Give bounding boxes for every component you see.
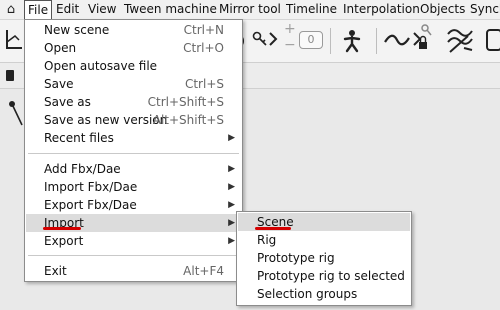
- submenu-arrow-icon: ▶: [228, 182, 235, 192]
- menu-item-open-autosave[interactable]: Open autosave file: [26, 57, 241, 75]
- menu-timeline[interactable]: Timeline: [286, 0, 337, 19]
- menu-item-import-fbx-dae[interactable]: Import Fbx/Dae ▶: [26, 178, 241, 196]
- menu-tween-machine[interactable]: Tween machine: [124, 0, 217, 19]
- submenu-item-rig[interactable]: Rig: [238, 231, 410, 249]
- menu-interpolation[interactable]: Interpolation: [343, 0, 420, 19]
- minus-label[interactable]: −: [284, 37, 296, 53]
- submenu-arrow-icon: ▶: [228, 164, 235, 174]
- menu-item-add-fbx-dae[interactable]: Add Fbx/Dae ▶: [26, 160, 241, 178]
- menu-bar: ⌂ File Edit View Tween machine Mirror to…: [0, 0, 500, 20]
- menu-synch[interactable]: Synch: [470, 0, 500, 19]
- submenu-arrow-icon: ▶: [228, 218, 235, 228]
- menu-item-open[interactable]: Open Ctrl+O: [26, 39, 241, 57]
- submenu-item-prototype-rig-to-selected[interactable]: Prototype rig to selected: [238, 267, 410, 285]
- plus-label[interactable]: +: [284, 21, 296, 37]
- menu-item-save[interactable]: Save Ctrl+S: [26, 75, 241, 93]
- menu-item-save-as-new-version[interactable]: Save as new version Alt+Shift+S: [26, 111, 241, 129]
- menu-item-export-fbx-dae[interactable]: Export Fbx/Dae ▶: [26, 196, 241, 214]
- menu-edit[interactable]: Edit: [56, 0, 79, 19]
- menu-item-save-as[interactable]: Save as Ctrl+Shift+S: [26, 93, 241, 111]
- menu-mirror-tool[interactable]: Mirror tool: [219, 0, 281, 19]
- toolbar-separator: [330, 28, 331, 54]
- import-submenu: Scene Rig Prototype rig Prototype rig to…: [236, 211, 412, 306]
- menu-view[interactable]: View: [88, 0, 116, 19]
- submenu-item-selection-groups[interactable]: Selection groups: [238, 285, 410, 303]
- key-counter[interactable]: 0: [299, 31, 323, 49]
- menu-separator: [28, 153, 239, 154]
- submenu-arrow-icon: ▶: [228, 236, 235, 246]
- menu-file[interactable]: File: [24, 0, 53, 19]
- menu-separator-2: [28, 255, 239, 256]
- axis-icon[interactable]: [4, 28, 24, 52]
- multi-curve-icon[interactable]: [446, 28, 474, 54]
- menu-objects[interactable]: Objects: [420, 0, 465, 19]
- layer-icon[interactable]: [6, 70, 14, 81]
- curve-icon[interactable]: [384, 33, 410, 47]
- submenu-arrow-icon: ▶: [228, 200, 235, 210]
- character-icon[interactable]: [340, 29, 364, 53]
- annotation-underline-import: [43, 227, 81, 230]
- menu-item-exit[interactable]: Exit Alt+F4: [26, 262, 241, 280]
- file-menu: New scene Ctrl+N Open Ctrl+O Open autosa…: [24, 19, 243, 282]
- toolbar-separator-2: [376, 28, 377, 54]
- panel-icon[interactable]: [486, 29, 500, 51]
- menu-item-recent-files[interactable]: Recent files ▶: [26, 129, 241, 147]
- submenu-arrow-icon: ▶: [228, 133, 235, 143]
- chevron-right-icon: [269, 32, 278, 46]
- annotation-underline-scene: [255, 227, 291, 230]
- key-icon[interactable]: [252, 31, 268, 47]
- menu-item-new-scene[interactable]: New scene Ctrl+N: [26, 21, 241, 39]
- home-icon[interactable]: ⌂: [3, 2, 19, 17]
- menu-item-export[interactable]: Export ▶: [26, 232, 241, 250]
- key-lock-icon[interactable]: [416, 23, 432, 53]
- submenu-item-prototype-rig[interactable]: Prototype rig: [238, 249, 410, 267]
